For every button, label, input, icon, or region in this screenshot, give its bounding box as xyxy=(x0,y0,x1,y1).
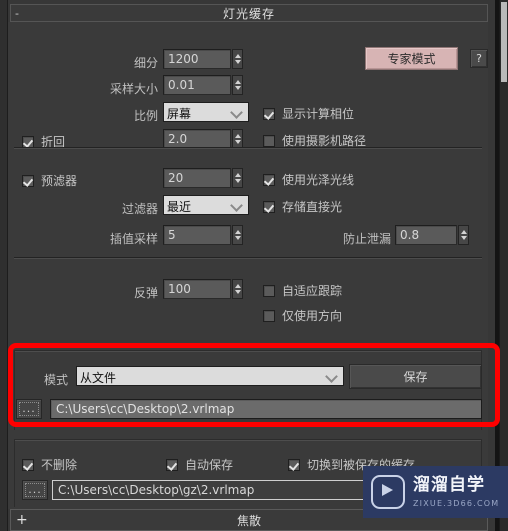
rollout-header-light-cache[interactable]: - 灯光缓存 xyxy=(10,4,488,22)
dropdown-scale-value: 屏幕 xyxy=(167,107,192,121)
rollout-title-text-caustics: 焦散 xyxy=(236,513,261,528)
input-bounces[interactable]: 2.0 xyxy=(163,129,231,149)
spinner-prefilter[interactable] xyxy=(232,168,243,188)
checkbox-label: 自适应跟踪 xyxy=(282,284,343,298)
checkbox-prefilter[interactable]: 预滤器 xyxy=(22,172,77,189)
input-prefilter[interactable]: 20 xyxy=(163,168,231,188)
checkbox-box xyxy=(22,135,34,148)
ellipsis-icon: ... xyxy=(25,483,45,497)
checkbox-label: 仅使用方向 xyxy=(282,309,343,323)
checkbox-box xyxy=(22,174,34,187)
vertical-scrollbar[interactable] xyxy=(499,0,508,531)
label-prevent-leaks: 防止泄漏 xyxy=(342,232,391,246)
spinner-interp-samples[interactable] xyxy=(232,225,243,245)
dropdown-mode[interactable]: 从文件 xyxy=(76,366,344,386)
browse-autosave-file-button[interactable]: ... xyxy=(22,480,48,500)
checkbox-use-glossy-rays[interactable]: 使用光泽光线 xyxy=(263,171,354,188)
collapse-icon[interactable]: - xyxy=(15,8,19,19)
checkbox-box xyxy=(22,458,34,471)
cache-file-path-field[interactable]: C:\Users\cc\Desktop\2.vrlmap xyxy=(50,399,482,419)
checkbox-box xyxy=(263,173,275,186)
checkbox-label: 预滤器 xyxy=(41,174,78,188)
checkbox-box xyxy=(263,200,275,213)
rollout-title-text: 灯光缓存 xyxy=(222,6,275,21)
label-scale: 比例 xyxy=(133,109,158,123)
save-button[interactable]: 保存 xyxy=(349,364,482,389)
input-sample-size[interactable]: 0.01 xyxy=(163,75,231,95)
checkbox-box xyxy=(166,458,178,471)
checkbox-box xyxy=(263,284,275,297)
label-filter: 过滤器 xyxy=(121,202,158,216)
play-logo-icon xyxy=(371,475,405,509)
label-sample-size: 采样大小 xyxy=(109,82,158,96)
separator-1 xyxy=(14,147,482,149)
expert-mode-button[interactable]: 专家模式 xyxy=(365,47,458,70)
checkbox-box xyxy=(263,107,275,120)
checkbox-box xyxy=(263,309,275,322)
label-retrace: 反弹 xyxy=(133,286,158,300)
panel-left-edge xyxy=(0,0,8,531)
checkbox-box xyxy=(263,134,275,147)
label-interp-samples: 插值采样 xyxy=(109,232,158,246)
checkbox-show-calc-phase[interactable]: 显示计算相位 xyxy=(263,105,354,122)
spinner-prevent-leaks[interactable] xyxy=(458,225,469,245)
checkbox-adaptive-tracing[interactable]: 自适应跟踪 xyxy=(263,282,342,299)
spinner-bounces[interactable] xyxy=(232,129,243,149)
checkbox-label: 显示计算相位 xyxy=(282,107,355,121)
dropdown-filter-value: 最近 xyxy=(167,200,192,214)
checkbox-dont-delete[interactable]: 不删除 xyxy=(22,456,77,473)
label-subdivs: 细分 xyxy=(133,56,158,70)
checkbox-auto-save[interactable]: 自动保存 xyxy=(166,456,233,473)
checkbox-store-direct-light[interactable]: 存储直接光 xyxy=(263,198,342,215)
checkbox-label: 使用光泽光线 xyxy=(282,173,355,187)
scrollbar-thumb[interactable] xyxy=(501,2,507,82)
input-interp-samples[interactable]: 5 xyxy=(163,225,231,245)
chevron-down-icon xyxy=(232,201,242,207)
label-mode: 模式 xyxy=(43,373,68,387)
dropdown-scale[interactable]: 屏幕 xyxy=(163,102,249,122)
watermark-line1: 溜溜自学 xyxy=(413,474,485,495)
expand-icon[interactable]: + xyxy=(16,513,28,527)
spinner-retrace[interactable] xyxy=(232,279,243,299)
chevron-down-icon xyxy=(327,372,337,378)
dropdown-filter[interactable]: 最近 xyxy=(163,195,249,215)
input-prevent-leaks[interactable]: 0.8 xyxy=(395,225,457,245)
vray-light-cache-panel: - 灯光缓存 细分 1200 专家模式 ? 采样大小 0.01 比例 屏幕 显示… xyxy=(0,0,508,531)
checkbox-use-direction-only[interactable]: 仅使用方向 xyxy=(263,307,342,324)
rollout-body: 细分 1200 专家模式 ? 采样大小 0.01 比例 屏幕 显示计算相位 折回… xyxy=(8,22,488,509)
spinner-subdivs[interactable] xyxy=(232,49,243,69)
dropdown-mode-value: 从文件 xyxy=(80,371,117,385)
watermark-line2: ZIXUE.3D66.COM xyxy=(413,498,500,508)
input-retrace[interactable]: 100 xyxy=(163,279,231,299)
watermark: 溜溜自学 ZIXUE.3D66.COM xyxy=(363,466,508,518)
input-subdivs[interactable]: 1200 xyxy=(163,49,231,69)
browse-cache-file-button[interactable]: ... xyxy=(16,399,42,419)
spinner-sample-size[interactable] xyxy=(232,75,243,95)
checkbox-box xyxy=(288,458,300,471)
checkbox-label: 不删除 xyxy=(41,458,78,472)
checkbox-label: 自动保存 xyxy=(185,458,234,472)
chevron-down-icon xyxy=(232,108,242,114)
checkbox-label: 存储直接光 xyxy=(282,200,343,214)
separator-2 xyxy=(14,257,482,259)
ellipsis-icon: ... xyxy=(19,402,39,416)
help-button[interactable]: ? xyxy=(470,49,488,68)
